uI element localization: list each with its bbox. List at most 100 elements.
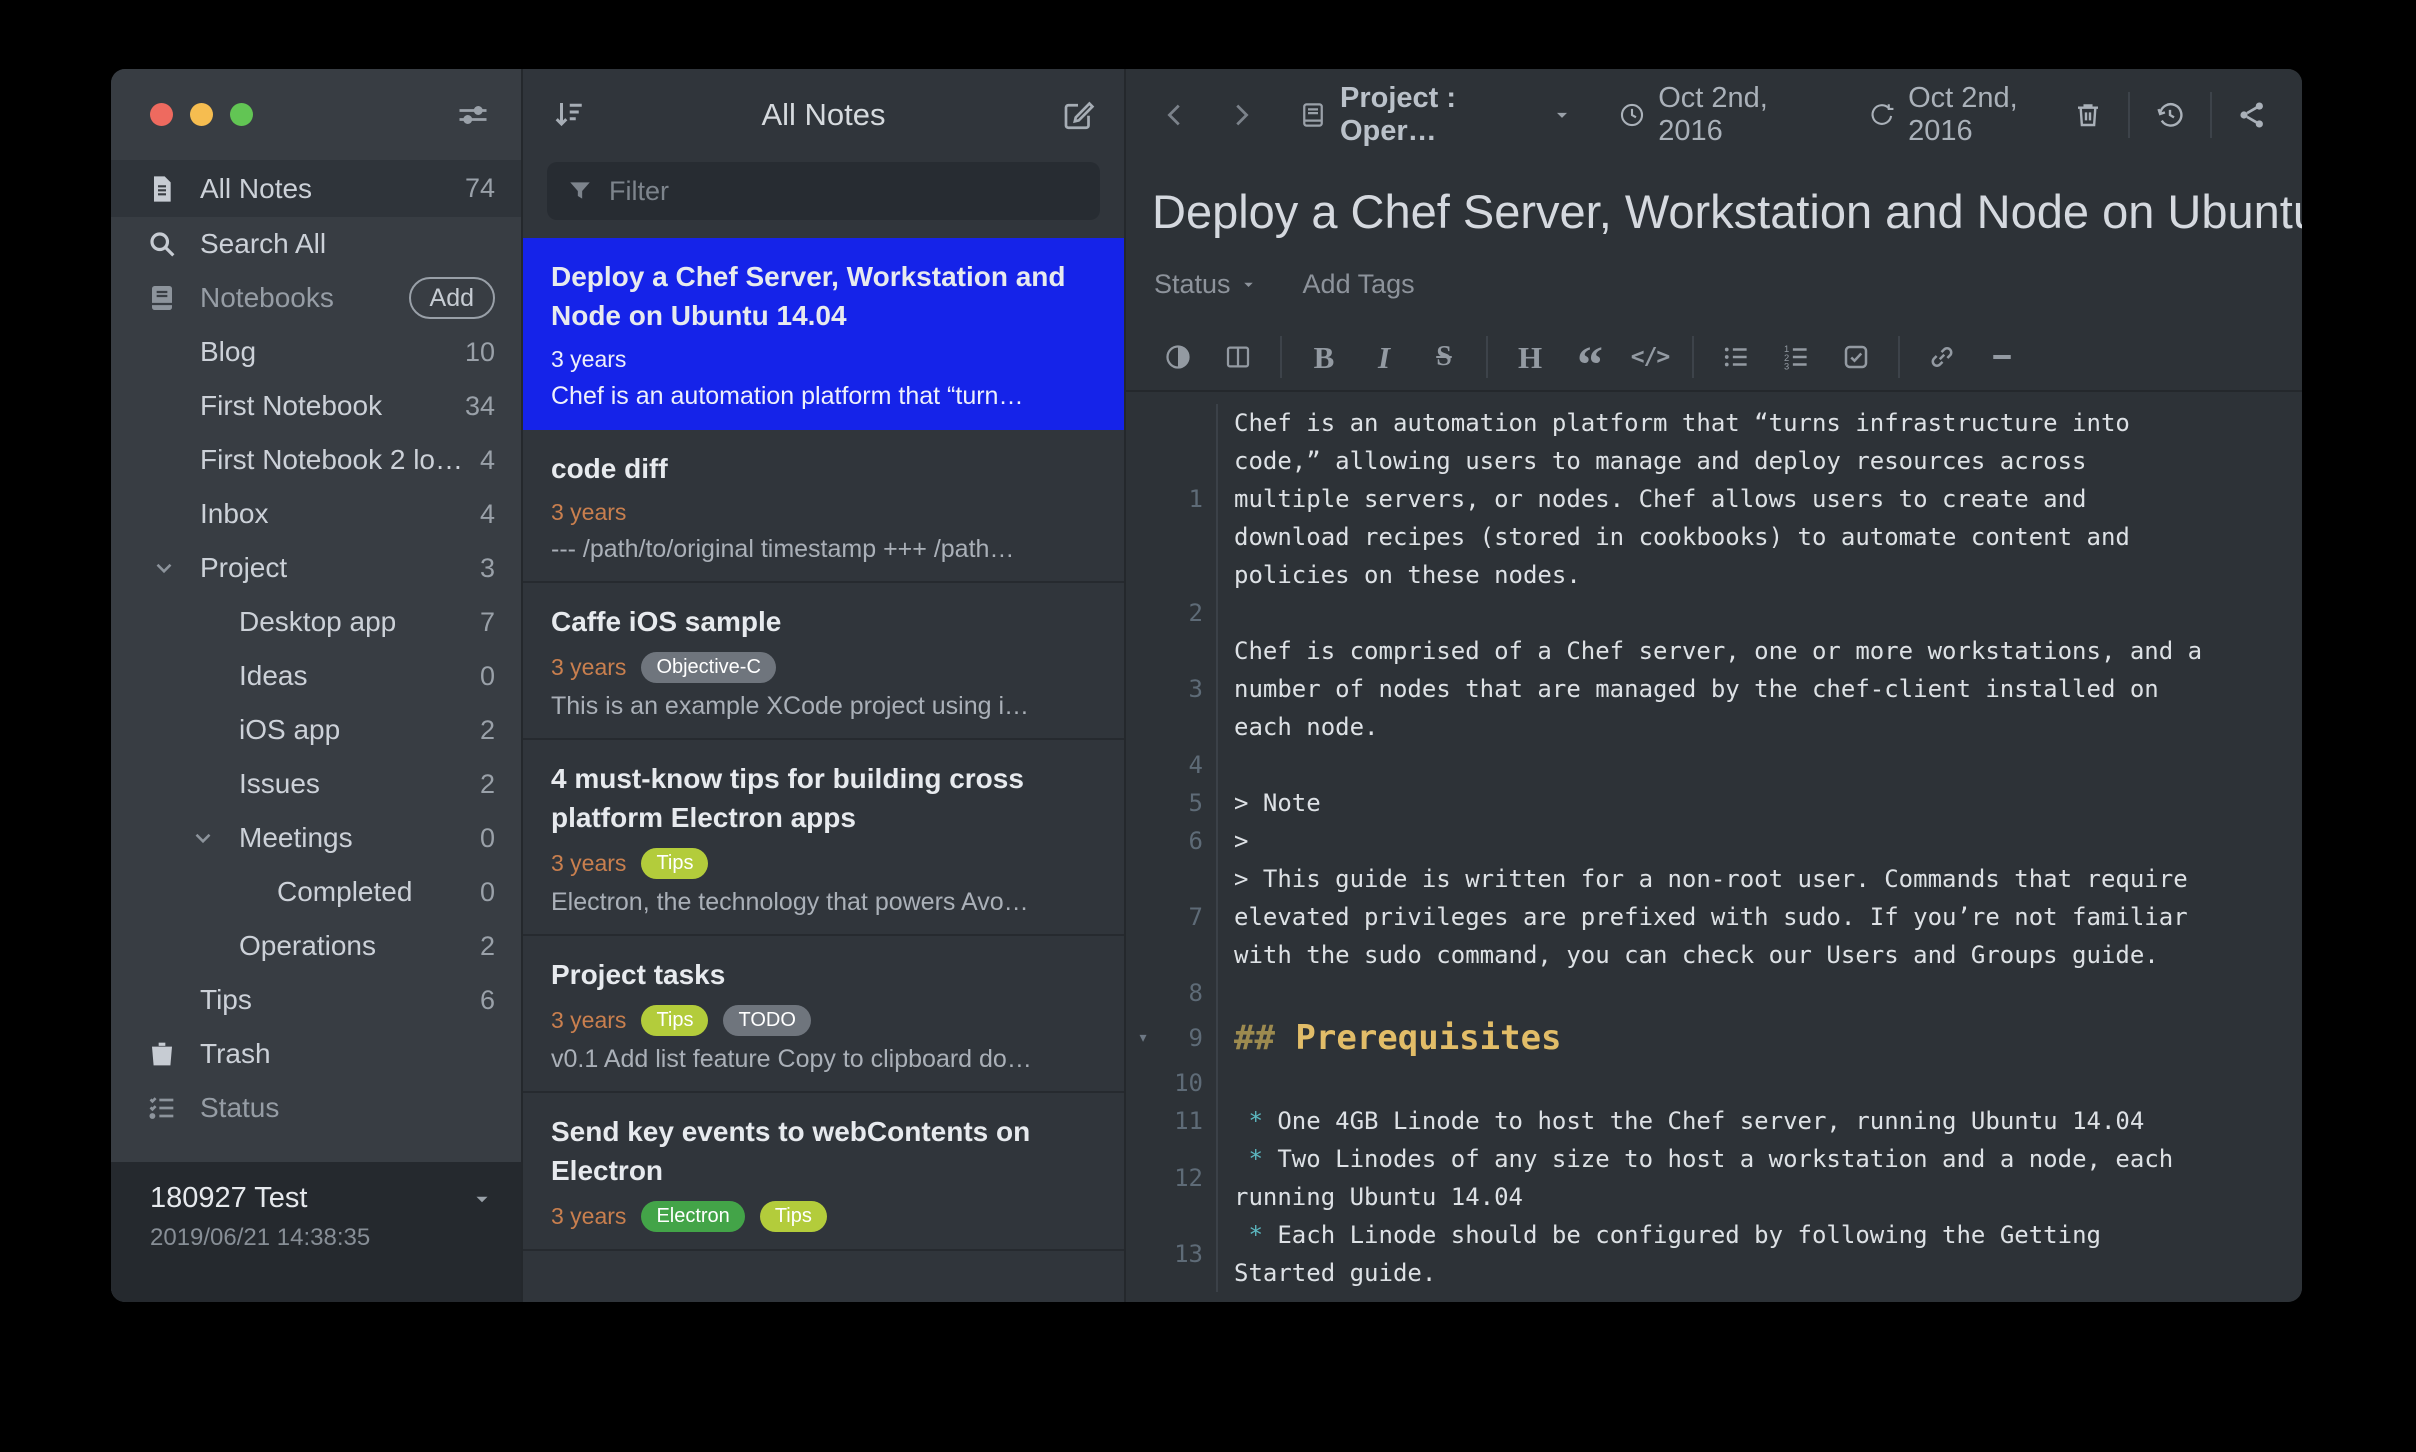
sidebar-item-ios-app[interactable]: iOS app2 bbox=[111, 703, 521, 757]
sidebar-item-first-notebook[interactable]: First Notebook34 bbox=[111, 379, 521, 433]
text-segment: * bbox=[1234, 1107, 1277, 1135]
note-meta-row: Status Add Tags bbox=[1126, 239, 2302, 300]
note-list-item[interactable]: Caffe iOS sample3 yearsObjective-CThis i… bbox=[523, 583, 1124, 740]
note-item-title: Project tasks bbox=[551, 955, 1096, 994]
tag-pill: Objective-C bbox=[641, 652, 775, 683]
line-gutter: 12 bbox=[1126, 1140, 1218, 1216]
note-item-title: Caffe iOS sample bbox=[551, 602, 1096, 641]
sidebar-item-all-notes[interactable]: All Notes74 bbox=[111, 160, 521, 217]
zoom-window-button[interactable] bbox=[230, 103, 253, 126]
sidebar-item-status[interactable]: Status bbox=[111, 1081, 521, 1135]
note-item-meta: 3 years bbox=[551, 346, 1096, 373]
sidebar-item-label: Notebooks bbox=[200, 282, 334, 314]
sidebar-settings-icon[interactable] bbox=[455, 97, 491, 133]
app-window: All Notes74Search AllNotebooksAddBlog10F… bbox=[111, 69, 2302, 1302]
sidebar-item-search-all[interactable]: Search All bbox=[111, 217, 521, 271]
tag-pill: Tips bbox=[641, 848, 708, 879]
note-count-badge: 2 bbox=[480, 715, 495, 746]
note-item-age: 3 years bbox=[551, 654, 626, 681]
tag-pill: Electron bbox=[641, 1201, 744, 1232]
share-icon[interactable] bbox=[2236, 99, 2268, 131]
toolbar-checkbox-icon[interactable] bbox=[1826, 342, 1886, 372]
minimize-window-button[interactable] bbox=[190, 103, 213, 126]
workspace-switcher[interactable]: 180927 Test 2019/06/21 14:38:35 bbox=[111, 1162, 521, 1302]
history-icon[interactable] bbox=[2154, 99, 2186, 131]
note-list-item[interactable]: 4 must-know tips for building cross plat… bbox=[523, 740, 1124, 936]
delete-note-icon[interactable] bbox=[2072, 99, 2104, 131]
note-list-item[interactable]: Send key events to webContents on Electr… bbox=[523, 1093, 1124, 1251]
sidebar-item-label: First Notebook bbox=[200, 390, 382, 422]
toolbar-bold-icon[interactable]: B bbox=[1294, 342, 1354, 373]
text-segment: > bbox=[1234, 827, 1248, 855]
toolbar-preview-icon[interactable] bbox=[1148, 342, 1208, 372]
chevron-down-icon bbox=[1552, 105, 1572, 125]
toolbar-blockquote-icon[interactable]: “ bbox=[1560, 340, 1620, 374]
note-item-age: 3 years bbox=[551, 499, 626, 526]
close-window-button[interactable] bbox=[150, 103, 173, 126]
note-list-item[interactable]: Deploy a Chef Server, Workstation and No… bbox=[523, 238, 1124, 430]
toolbar-link-icon[interactable] bbox=[1912, 342, 1972, 372]
sidebar-item-label: Completed bbox=[277, 876, 412, 908]
sidebar-item-label: Meetings bbox=[239, 822, 353, 854]
toolbar-strikethrough-icon[interactable]: S bbox=[1414, 343, 1474, 371]
text-segment: Prerequisites bbox=[1295, 1018, 1561, 1058]
line-text bbox=[1218, 746, 2208, 784]
divider bbox=[2128, 92, 2130, 138]
toolbar-heading-icon[interactable]: H bbox=[1500, 342, 1560, 373]
new-note-button[interactable] bbox=[1060, 97, 1096, 133]
add-notebook-button[interactable]: Add bbox=[409, 277, 495, 319]
editor-line: 7> This guide is written for a non-root … bbox=[1126, 860, 2302, 974]
note-list-item[interactable]: Project tasks3 yearsTipsTODOv0.1 Add lis… bbox=[523, 936, 1124, 1093]
line-gutter: 11 bbox=[1126, 1102, 1218, 1140]
sidebar-item-desktop-app[interactable]: Desktop app7 bbox=[111, 595, 521, 649]
chevron-down-icon[interactable] bbox=[151, 555, 177, 581]
text-segment: > Note bbox=[1234, 789, 1321, 817]
note-count-badge: 2 bbox=[480, 769, 495, 800]
sidebar-item-trash[interactable]: Trash bbox=[111, 1027, 521, 1081]
sidebar-item-blog[interactable]: Blog10 bbox=[111, 325, 521, 379]
line-number: 13 bbox=[1160, 1235, 1216, 1273]
fold-arrow-icon[interactable]: ▾ bbox=[1126, 1012, 1160, 1064]
toolbar-ordered-list-icon[interactable]: 123 bbox=[1766, 342, 1826, 372]
sidebar-item-ideas[interactable]: Ideas0 bbox=[111, 649, 521, 703]
sidebar-item-tips[interactable]: Tips6 bbox=[111, 973, 521, 1027]
sidebar-item-issues[interactable]: Issues2 bbox=[111, 757, 521, 811]
sidebar-item-completed[interactable]: Completed0 bbox=[111, 865, 521, 919]
text-segment: * bbox=[1234, 1221, 1277, 1249]
chevron-down-icon[interactable] bbox=[190, 825, 216, 851]
note-item-meta: 3 years Objective-C bbox=[551, 652, 1096, 683]
sidebar-item-inbox[interactable]: Inbox4 bbox=[111, 487, 521, 541]
text-segment: Chef is comprised of a Chef server, one … bbox=[1234, 637, 2217, 741]
toolbar-bullet-list-icon[interactable] bbox=[1706, 342, 1766, 372]
markdown-editor[interactable]: 1Chef is an automation platform that “tu… bbox=[1126, 392, 2302, 1302]
sidebar-item-project[interactable]: Project3 bbox=[111, 541, 521, 595]
note-count-badge: 2 bbox=[480, 931, 495, 962]
sort-icon[interactable] bbox=[551, 97, 587, 133]
sidebar-item-operations[interactable]: Operations2 bbox=[111, 919, 521, 973]
editor-line: ▾9## Prerequisites bbox=[1126, 1012, 2302, 1064]
toolbar-code-icon[interactable]: </> bbox=[1620, 344, 1680, 370]
toolbar-italic-icon[interactable]: I bbox=[1354, 342, 1414, 373]
line-text: Chef is an automation platform that “tur… bbox=[1218, 404, 2208, 594]
note-list-panel: All Notes Filter bbox=[521, 69, 1126, 1302]
line-number: 6 bbox=[1160, 822, 1216, 860]
line-number: 11 bbox=[1160, 1102, 1216, 1140]
nav-forward-icon[interactable] bbox=[1226, 100, 1256, 130]
note-title[interactable]: Deploy a Chef Server, Workstation and No… bbox=[1126, 160, 2302, 239]
notebook-selector[interactable]: Project : Oper… bbox=[1298, 82, 1572, 148]
sidebar-item-label: Tips bbox=[200, 984, 252, 1016]
sidebar-item-meetings[interactable]: Meetings0 bbox=[111, 811, 521, 865]
sidebar-item-first-notebook-2-lo[interactable]: First Notebook 2 lo…4 bbox=[111, 433, 521, 487]
note-list-item[interactable]: code diff3 years--- /path/to/original ti… bbox=[523, 430, 1124, 583]
add-tags-field[interactable]: Add Tags bbox=[1303, 269, 1415, 300]
line-number: 9 bbox=[1160, 1012, 1216, 1064]
note-item-meta: 3 yearsElectronTips bbox=[551, 1201, 1096, 1232]
toolbar-side-by-side-icon[interactable] bbox=[1208, 342, 1268, 372]
sidebar-item-notebooks[interactable]: Notebooks Add bbox=[111, 271, 521, 325]
nav-back-icon[interactable] bbox=[1160, 100, 1190, 130]
toolbar-horizontal-rule-icon[interactable] bbox=[1972, 342, 2032, 372]
status-selector[interactable]: Status bbox=[1154, 269, 1257, 300]
filter-input[interactable]: Filter bbox=[547, 162, 1100, 220]
editor-line: 13 * Each Linode should be configured by… bbox=[1126, 1216, 2302, 1292]
line-number: 3 bbox=[1160, 670, 1216, 708]
